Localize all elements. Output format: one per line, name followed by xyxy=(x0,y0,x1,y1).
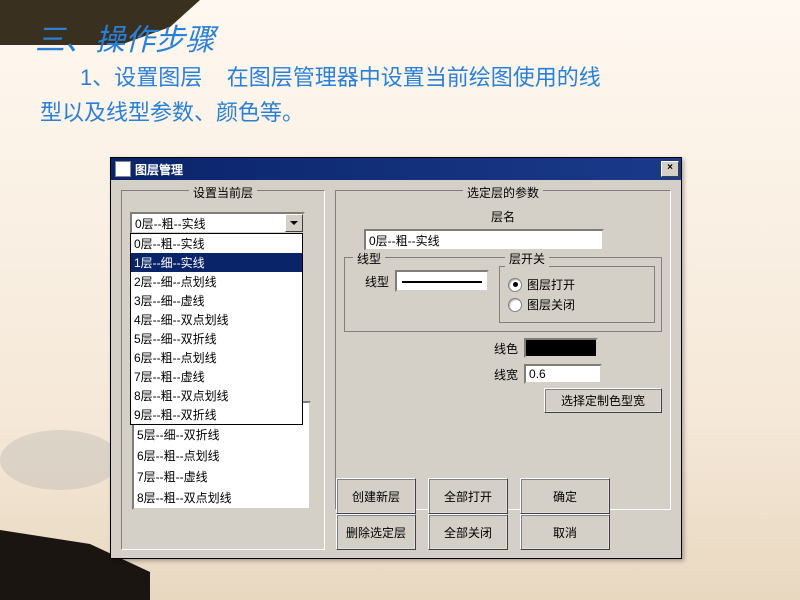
list-item[interactable]: 8层--粗--双点划线 xyxy=(134,487,309,508)
dialog-titlebar[interactable]: 图层管理 × xyxy=(111,158,681,180)
set-current-layer-panel: 设置当前层 0层--粗--实线 0层--粗--实线 1层--细--实线 2层--… xyxy=(121,190,325,550)
layer-close-radio[interactable]: 图层关闭 xyxy=(508,296,646,313)
open-all-button[interactable]: 全部打开 xyxy=(428,478,508,514)
layer-name-label: 层名 xyxy=(491,210,515,224)
linetype-legend: 线型 xyxy=(353,250,385,267)
slide-title: 三、操作步骤 xyxy=(35,15,215,59)
radio-icon xyxy=(508,298,522,312)
switch-legend: 层开关 xyxy=(505,250,549,267)
current-layer-combo[interactable]: 0层--粗--实线 0层--粗--实线 1层--细--实线 2层--细--点划线… xyxy=(130,212,305,234)
layer-switch-group: 层开关 图层打开 图层关闭 xyxy=(499,266,655,323)
right-panel-legend: 选定层的参数 xyxy=(463,184,543,201)
dropdown-item[interactable]: 5层--细--双折线 xyxy=(131,329,302,348)
layer-dropdown-list[interactable]: 0层--粗--实线 1层--细--实线 2层--细--点划线 3层--细--虚线… xyxy=(130,233,303,425)
combo-dropdown-button[interactable] xyxy=(285,214,303,232)
list-item[interactable]: 5层--细--双折线 xyxy=(134,424,309,445)
dialog-button-row: 创建新层 全部打开 确定 删除选定层 全部关闭 取消 xyxy=(336,482,610,546)
app-icon xyxy=(115,161,131,177)
list-item[interactable]: 7层--粗--虚线 xyxy=(134,466,309,487)
delete-layer-button[interactable]: 删除选定层 xyxy=(336,514,416,550)
selected-layer-params-panel: 选定层的参数 层名 0层--粗--实线 线型 线型 层开关 xyxy=(335,190,671,510)
radio-label: 图层打开 xyxy=(527,276,575,293)
layer-name-input[interactable]: 0层--粗--实线 xyxy=(364,229,604,251)
close-button[interactable]: × xyxy=(661,161,679,177)
radio-icon xyxy=(508,278,522,292)
line-width-label: 线宽 xyxy=(494,366,518,383)
combo-value: 0层--粗--实线 xyxy=(132,215,285,232)
ok-button[interactable]: 确定 xyxy=(520,478,610,514)
step-text-1: 在图层管理器中设置当前绘图使用的线 xyxy=(227,65,601,90)
line-width-input[interactable]: 0.6 xyxy=(524,364,602,384)
cancel-button[interactable]: 取消 xyxy=(520,514,610,550)
create-new-layer-button[interactable]: 创建新层 xyxy=(336,478,416,514)
slide-body: 1、设置图层 在图层管理器中设置当前绘图使用的线 型以及线型参数、颜色等。 xyxy=(40,60,760,130)
line-color-label: 线色 xyxy=(494,340,518,357)
dialog-title: 图层管理 xyxy=(135,161,183,178)
custom-color-type-width-button[interactable]: 选择定制色型宽 xyxy=(544,388,662,413)
step-text-2: 型以及线型参数、颜色等。 xyxy=(40,100,304,125)
dropdown-item[interactable]: 1层--细--实线 xyxy=(131,253,302,272)
left-panel-legend: 设置当前层 xyxy=(189,184,257,201)
dropdown-item[interactable]: 0层--粗--实线 xyxy=(131,234,302,253)
dropdown-item[interactable]: 9层--粗--双折线 xyxy=(131,405,302,424)
dropdown-item[interactable]: 8层--粗--双点划线 xyxy=(131,386,302,405)
chevron-down-icon xyxy=(290,221,298,225)
dropdown-item[interactable]: 4层--细--双点划线 xyxy=(131,310,302,329)
close-all-button[interactable]: 全部关闭 xyxy=(428,514,508,550)
step-number: 1、设置图层 xyxy=(80,65,202,90)
dropdown-item[interactable]: 2层--细--点划线 xyxy=(131,272,302,291)
dropdown-item[interactable]: 7层--粗--虚线 xyxy=(131,367,302,386)
dropdown-item[interactable]: 6层--粗--点划线 xyxy=(131,348,302,367)
linetype-preview[interactable] xyxy=(395,270,489,292)
layer-manager-dialog: 图层管理 × 设置当前层 0层--粗--实线 0层--粗--实线 1层--细--… xyxy=(110,157,682,559)
dropdown-item[interactable]: 3层--细--虚线 xyxy=(131,291,302,310)
line-color-swatch[interactable] xyxy=(524,338,598,358)
linetype-switch-group: 线型 线型 层开关 图层打开 xyxy=(344,257,662,332)
layer-open-radio[interactable]: 图层打开 xyxy=(508,276,646,293)
list-item[interactable]: 6层--粗--点划线 xyxy=(134,445,309,466)
linetype-label: 线型 xyxy=(351,273,389,290)
bg-decoration-cloud xyxy=(0,430,120,490)
radio-label: 图层关闭 xyxy=(527,296,575,313)
